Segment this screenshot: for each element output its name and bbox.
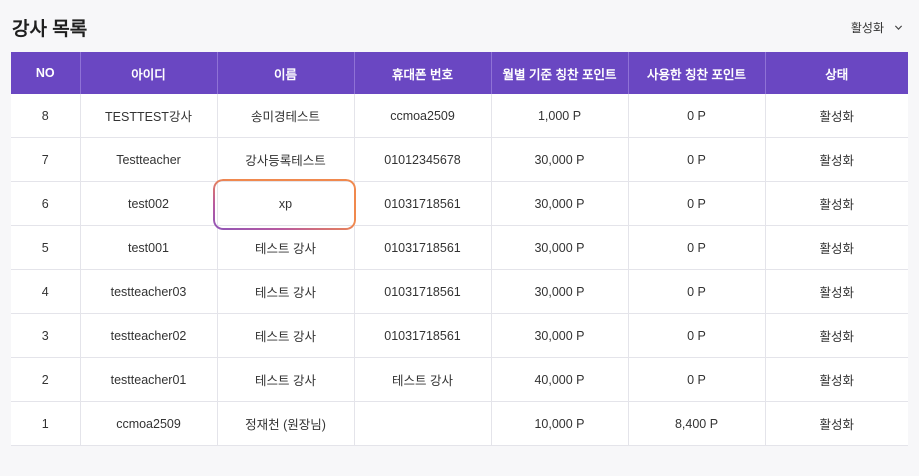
cell-phone	[354, 401, 492, 446]
table-row[interactable]: 2 testteacher01 테스트 강사 테스트 강사 40,000 P0 P 활성화	[11, 357, 908, 402]
cell-id: test001	[80, 225, 218, 270]
cell-id: testteacher01	[80, 357, 218, 402]
table-body: 8 TESTTEST강사 송미경테스트 ccmoa2509 1,000 P0 P 활성화 7…	[11, 94, 908, 446]
cell-phone: 01012345678	[354, 137, 492, 182]
name-header: 이름	[217, 52, 355, 94]
cell-name: 정재천 (원장님)	[217, 401, 355, 446]
chevron-down-icon	[894, 25, 903, 30]
id-header: 아이디	[80, 52, 218, 94]
cell-no: 4	[11, 269, 81, 314]
cell-no: 2	[11, 357, 81, 402]
cell-no: 8	[11, 94, 81, 138]
cell-monthly-points: 30,000 P	[491, 269, 629, 314]
cell-phone: 01031718561	[354, 269, 492, 314]
cell-id: testteacher02	[80, 313, 218, 358]
cell-used-points: 0 P	[628, 357, 766, 402]
cell-no: 3	[11, 313, 81, 358]
cell-status: 활성화	[765, 94, 908, 138]
cell-status: 활성화	[765, 137, 908, 182]
status-header: 상태	[825, 67, 849, 82]
phone-header: 휴대폰 번호	[354, 52, 492, 94]
cell-name: 테스트 강사	[217, 269, 355, 314]
cell-name: xp	[217, 181, 355, 226]
cell-name: 테스트 강사	[217, 225, 355, 270]
status-filter-value: 활성화	[850, 21, 884, 35]
table-row[interactable]: 7 Testteacher 강사등록테스트 01012345678 30,000 P0 …	[11, 137, 908, 182]
cell-no: 1	[11, 401, 81, 446]
cell-phone: 01031718561	[354, 225, 492, 270]
monthly-points-header: 월별 기준 칭찬 포인트	[491, 52, 629, 94]
table-header-row: NO 아이디 이름 휴대폰 번호 월별 기준 칭찬 포인트 사용한 칭찬 포인트 상태	[11, 52, 908, 94]
cell-used-points: 0 P	[628, 269, 766, 314]
cell-monthly-points: 40,000 P	[491, 357, 629, 402]
cell-name: 강사등록테스트	[217, 137, 355, 182]
cell-used-points: 0 P	[628, 94, 766, 138]
page-title: 강사 목록	[12, 19, 88, 40]
table-row[interactable]: 4 testteacher03 테스트 강사 01031718561 30,000 P0…	[11, 269, 908, 314]
cell-phone: 테스트 강사	[354, 357, 492, 402]
cell-status: 활성화	[765, 269, 908, 314]
cell-monthly-points: 30,000 P	[491, 137, 629, 182]
cell-used-points: 0 P	[628, 225, 766, 270]
table-row[interactable]: 5 test001 테스트 강사 01031718561 30,000 P0 P 활성화	[11, 225, 908, 270]
cell-phone: 01031718561	[354, 313, 492, 358]
used-points-header: 사용한 칭찬 포인트	[628, 52, 766, 94]
table-row[interactable]: 8 TESTTEST강사 송미경테스트 ccmoa2509 1,000 P0 P 활성화	[11, 94, 908, 138]
cell-name: 테스트 강사	[217, 313, 355, 358]
cell-monthly-points: 30,000 P	[491, 225, 629, 270]
cell-no: 5	[11, 225, 81, 270]
cell-monthly-points: 30,000 P	[491, 313, 629, 358]
cell-name: 테스트 강사	[217, 357, 355, 402]
cell-id: ccmoa2509	[80, 401, 218, 446]
cell-phone: ccmoa2509	[354, 94, 492, 138]
instructor-table: NO 아이디 이름 휴대폰 번호 월별 기준 칭찬 포인트 사용한 칭찬 포인트 상태 8T…	[11, 52, 908, 446]
cell-monthly-points: 1,000 P	[491, 94, 629, 138]
table-row[interactable]: 6 test002 xp 01031718561 30,000 P0 P 활성화	[11, 181, 908, 226]
cell-used-points: 0 P	[628, 313, 766, 358]
cell-used-points: 8,400 P	[628, 401, 766, 446]
cell-status: 활성화	[765, 357, 908, 402]
status-filter-dropdown[interactable]: 활성화	[851, 19, 903, 36]
cell-id: test002	[80, 181, 218, 226]
cell-id: testteacher03	[80, 269, 218, 314]
instructor-table-container: NO 아이디 이름 휴대폰 번호 월별 기준 칭찬 포인트 사용한 칭찬 포인트 상태 8T…	[11, 52, 908, 446]
cell-id: TESTTEST강사	[80, 94, 218, 138]
cell-phone: 01031718561	[354, 181, 492, 226]
cell-name: 송미경테스트	[217, 94, 355, 138]
cell-status: 활성화	[765, 181, 908, 226]
no-header: NO	[11, 52, 81, 94]
cell-id: Testteacher	[80, 137, 218, 182]
cell-status: 활성화	[765, 401, 908, 446]
cell-status: 활성화	[765, 225, 908, 270]
cell-monthly-points: 10,000 P	[491, 401, 629, 446]
cell-used-points: 0 P	[628, 137, 766, 182]
table-row[interactable]: 3 testteacher02 테스트 강사 01031718561 30,000 P0…	[11, 313, 908, 358]
cell-no: 7	[11, 137, 81, 182]
table-row[interactable]: 1 ccmoa2509 정재천 (원장님) 10,000 P 8,400 P 활성화	[11, 401, 908, 446]
cell-monthly-points: 30,000 P	[491, 181, 629, 226]
cell-status: 활성화	[765, 313, 908, 358]
cell-no: 6	[11, 181, 81, 226]
cell-used-points: 0 P	[628, 181, 766, 226]
